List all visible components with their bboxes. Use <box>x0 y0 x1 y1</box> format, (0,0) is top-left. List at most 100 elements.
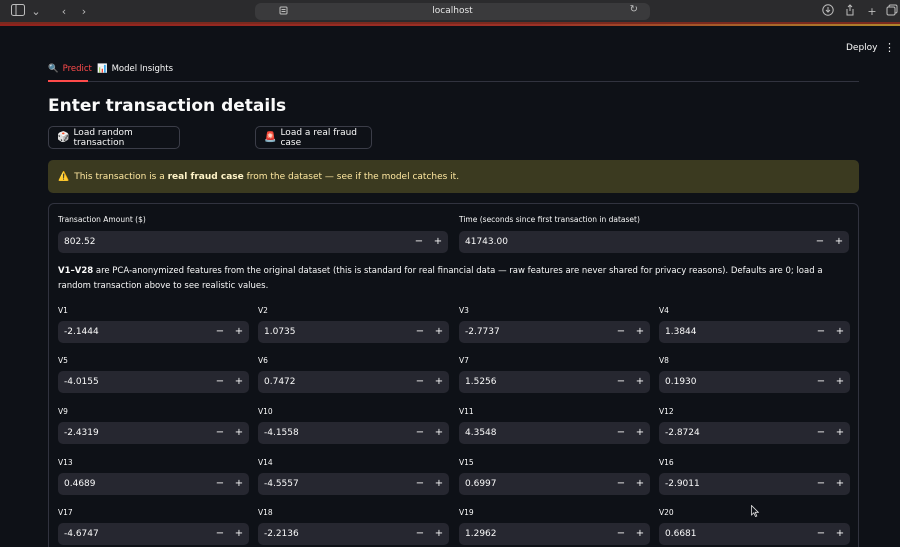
reload-icon[interactable]: ↻ <box>630 4 638 15</box>
feature-v6-decrement-button[interactable]: − <box>411 371 429 393</box>
feature-v13-increment-button[interactable]: + <box>230 473 248 495</box>
feature-v13-decrement-button[interactable]: − <box>211 473 229 495</box>
time-value[interactable]: 41743.00 <box>465 231 508 253</box>
feature-v8-increment-button[interactable]: + <box>831 371 849 393</box>
feature-v20-decrement-button[interactable]: − <box>812 523 830 545</box>
feature-v20-input[interactable]: 0.6681 − + <box>659 523 850 545</box>
feature-v9-input[interactable]: -2.4319 − + <box>58 422 249 444</box>
feature-v12-input[interactable]: -2.8724 − + <box>659 422 850 444</box>
feature-v11-increment-button[interactable]: + <box>631 422 649 444</box>
feature-v14-decrement-button[interactable]: − <box>411 473 429 495</box>
feature-v6-input[interactable]: 0.7472 − + <box>258 371 449 393</box>
feature-v9-value[interactable]: -2.4319 <box>64 422 99 444</box>
feature-v8-value[interactable]: 0.1930 <box>665 371 697 393</box>
feature-v9-decrement-button[interactable]: − <box>211 422 229 444</box>
feature-v14-value[interactable]: -4.5557 <box>264 473 299 495</box>
tabs-overview-icon[interactable] <box>884 4 900 20</box>
amount-increment-button[interactable]: + <box>429 231 447 253</box>
feature-v12-increment-button[interactable]: + <box>831 422 849 444</box>
feature-v1-increment-button[interactable]: + <box>230 321 248 343</box>
feature-v16-decrement-button[interactable]: − <box>812 473 830 495</box>
sidebar-icon[interactable] <box>10 4 26 20</box>
feature-v17-input[interactable]: -4.6747 − + <box>58 523 249 545</box>
feature-v5-decrement-button[interactable]: − <box>211 371 229 393</box>
feature-v16-value[interactable]: -2.9011 <box>665 473 700 495</box>
feature-v19-decrement-button[interactable]: − <box>612 523 630 545</box>
feature-v4-value[interactable]: 1.3844 <box>665 321 697 343</box>
feature-v10-decrement-button[interactable]: − <box>411 422 429 444</box>
download-icon[interactable] <box>820 4 836 20</box>
tab-model-insights[interactable]: 📊 Model Insights <box>97 64 173 74</box>
feature-v8-input[interactable]: 0.1930 − + <box>659 371 850 393</box>
feature-v9-increment-button[interactable]: + <box>230 422 248 444</box>
load-fraud-case-button[interactable]: 🚨 Load a real fraud case <box>255 126 372 149</box>
feature-v5-input[interactable]: -4.0155 − + <box>58 371 249 393</box>
feature-v7-increment-button[interactable]: + <box>631 371 649 393</box>
feature-v2-decrement-button[interactable]: − <box>411 321 429 343</box>
feature-v10-value[interactable]: -4.1558 <box>264 422 299 444</box>
feature-v18-value[interactable]: -2.2136 <box>264 523 299 545</box>
time-decrement-button[interactable]: − <box>811 231 829 253</box>
feature-v1-input[interactable]: -2.1444 − + <box>58 321 249 343</box>
feature-v4-input[interactable]: 1.3844 − + <box>659 321 850 343</box>
feature-v12-decrement-button[interactable]: − <box>812 422 830 444</box>
feature-v4-increment-button[interactable]: + <box>831 321 849 343</box>
share-icon[interactable] <box>842 4 858 20</box>
feature-v11-value[interactable]: 4.3548 <box>465 422 497 444</box>
feature-v6-value[interactable]: 0.7472 <box>264 371 296 393</box>
feature-v2-increment-button[interactable]: + <box>430 321 448 343</box>
feature-v17-increment-button[interactable]: + <box>230 523 248 545</box>
feature-v10-input[interactable]: -4.1558 − + <box>258 422 449 444</box>
feature-v19-increment-button[interactable]: + <box>631 523 649 545</box>
feature-v3-increment-button[interactable]: + <box>631 321 649 343</box>
feature-v18-input[interactable]: -2.2136 − + <box>258 523 449 545</box>
address-bar[interactable]: localhost ↻ <box>255 3 650 20</box>
feature-v20-increment-button[interactable]: + <box>831 523 849 545</box>
feature-v7-input[interactable]: 1.5256 − + <box>459 371 650 393</box>
feature-v3-value[interactable]: -2.7737 <box>465 321 500 343</box>
feature-v6-increment-button[interactable]: + <box>430 371 448 393</box>
feature-v15-decrement-button[interactable]: − <box>612 473 630 495</box>
feature-v15-increment-button[interactable]: + <box>631 473 649 495</box>
amount-value[interactable]: 802.52 <box>64 231 96 253</box>
feature-v8-decrement-button[interactable]: − <box>812 371 830 393</box>
feature-v5-increment-button[interactable]: + <box>230 371 248 393</box>
feature-v10-increment-button[interactable]: + <box>430 422 448 444</box>
time-input[interactable]: 41743.00 − + <box>459 231 849 253</box>
feature-v3-input[interactable]: -2.7737 − + <box>459 321 650 343</box>
new-tab-icon[interactable]: + <box>864 4 880 20</box>
feature-v2-value[interactable]: 1.0735 <box>264 321 296 343</box>
feature-v16-input[interactable]: -2.9011 − + <box>659 473 850 495</box>
feature-v12-value[interactable]: -2.8724 <box>665 422 700 444</box>
feature-v13-value[interactable]: 0.4689 <box>64 473 96 495</box>
feature-v15-input[interactable]: 0.6997 − + <box>459 473 650 495</box>
time-increment-button[interactable]: + <box>830 231 848 253</box>
feature-v17-decrement-button[interactable]: − <box>211 523 229 545</box>
back-icon[interactable]: ‹ <box>56 4 72 20</box>
forward-icon[interactable]: › <box>76 4 92 20</box>
feature-v18-increment-button[interactable]: + <box>430 523 448 545</box>
load-random-transaction-button[interactable]: 🎲 Load random transaction <box>48 126 180 149</box>
chevron-down-icon[interactable]: ⌄ <box>28 4 44 20</box>
feature-v7-decrement-button[interactable]: − <box>612 371 630 393</box>
feature-v11-input[interactable]: 4.3548 − + <box>459 422 650 444</box>
feature-v11-decrement-button[interactable]: − <box>612 422 630 444</box>
feature-v14-input[interactable]: -4.5557 − + <box>258 473 449 495</box>
deploy-button[interactable]: Deploy <box>846 43 878 53</box>
feature-v4-decrement-button[interactable]: − <box>812 321 830 343</box>
feature-v3-decrement-button[interactable]: − <box>612 321 630 343</box>
feature-v2-input[interactable]: 1.0735 − + <box>258 321 449 343</box>
feature-v14-increment-button[interactable]: + <box>430 473 448 495</box>
feature-v19-input[interactable]: 1.2962 − + <box>459 523 650 545</box>
feature-v20-value[interactable]: 0.6681 <box>665 523 697 545</box>
feature-v17-value[interactable]: -4.6747 <box>64 523 99 545</box>
feature-v1-decrement-button[interactable]: − <box>211 321 229 343</box>
feature-v7-value[interactable]: 1.5256 <box>465 371 497 393</box>
feature-v18-decrement-button[interactable]: − <box>411 523 429 545</box>
feature-v19-value[interactable]: 1.2962 <box>465 523 497 545</box>
feature-v5-value[interactable]: -4.0155 <box>64 371 99 393</box>
amount-input[interactable]: 802.52 − + <box>58 231 448 253</box>
feature-v15-value[interactable]: 0.6997 <box>465 473 497 495</box>
feature-v1-value[interactable]: -2.1444 <box>64 321 99 343</box>
tab-predict[interactable]: 🔍 Predict <box>48 64 92 74</box>
